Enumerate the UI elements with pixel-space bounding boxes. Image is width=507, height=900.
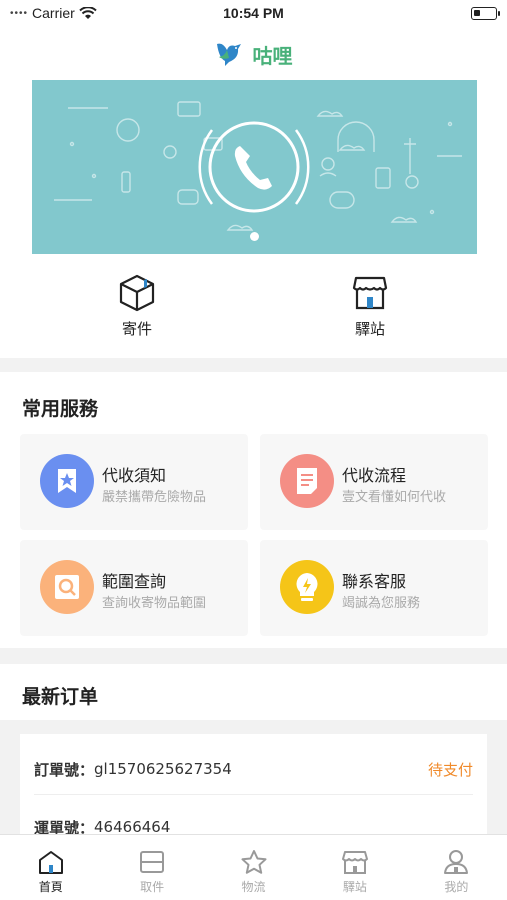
service-name: 代收須知 [102, 466, 167, 485]
store-icon [352, 276, 388, 310]
orders-section: 最新订单 訂單號： gl1570625627354 待支付 運單號： 46466… [0, 664, 507, 854]
banner-illustration [54, 101, 462, 231]
lightbulb-icon [280, 560, 334, 614]
bottom-tab-bar: 首頁 取件 物流 驛站 我的 [0, 834, 507, 900]
status-time: 10:54 PM [223, 5, 284, 21]
app-title: 咕哩 [252, 43, 293, 68]
tab-label: 首頁 [38, 880, 63, 894]
quick-action-label: 驛站 [354, 320, 385, 338]
orders-list: 訂單號： gl1570625627354 待支付 運單號： 46466464 [0, 720, 507, 854]
section-title: 常用服務 [22, 398, 99, 420]
service-card-process[interactable]: 代收流程 壹文看懂如何代收 [260, 434, 488, 530]
quick-action-station[interactable]: 驛站 [310, 272, 430, 339]
service-card-notice[interactable]: 代收須知 嚴禁攜帶危險物品 [20, 434, 248, 530]
quick-action-send[interactable]: 寄件 [77, 272, 197, 339]
quick-action-label: 寄件 [121, 320, 152, 338]
battery-icon [471, 7, 500, 20]
status-bar: •••• Carrier 10:54 PM [0, 0, 507, 28]
service-desc: 嚴禁攜帶危險物品 [102, 490, 207, 505]
home-icon [38, 851, 63, 874]
order-number-value: gl1570625627354 [94, 760, 232, 778]
tab-home[interactable]: 首頁 [0, 835, 101, 900]
pickup-icon [140, 851, 165, 873]
package-box-icon [119, 274, 155, 312]
tab-label: 取件 [140, 880, 165, 894]
tab-logistics[interactable]: 物流 [203, 835, 304, 900]
section-title: 最新订单 [22, 686, 99, 708]
order-status-badge[interactable]: 待支付 [428, 759, 473, 780]
tab-label: 我的 [444, 880, 469, 894]
document-icon [280, 454, 334, 508]
services-section: 常用服務 代收須知 嚴禁攜帶危險物品 代收流程 壹文看懂如何代收 範圍查詢 查詢… [0, 372, 507, 648]
user-icon [444, 850, 469, 874]
tab-label: 驛站 [342, 880, 367, 894]
order-number-label: 訂單號： [34, 760, 95, 779]
service-desc: 壹文看懂如何代收 [342, 490, 447, 505]
tab-profile[interactable]: 我的 [406, 835, 507, 900]
top-section: 寄件 驛站 [0, 80, 507, 358]
order-divider [34, 794, 473, 795]
tab-pickup[interactable]: 取件 [101, 835, 202, 900]
app-header: 咕哩 [0, 28, 507, 80]
star-icon [241, 850, 267, 874]
service-desc: 竭誠為您服務 [342, 596, 421, 611]
order-number-row: 訂單號： gl1570625627354 待支付 [34, 744, 473, 794]
service-card-range[interactable]: 範圍查詢 查詢收寄物品範圍 [20, 540, 248, 636]
search-icon [40, 560, 94, 614]
service-desc: 查詢收寄物品範圍 [102, 596, 207, 611]
tab-station[interactable]: 驛站 [304, 835, 405, 900]
bird-logo-icon [216, 43, 241, 66]
tab-label: 物流 [241, 880, 266, 894]
service-name: 代收流程 [342, 466, 407, 485]
service-card-support[interactable]: 聯系客服 竭誠為您服務 [260, 540, 488, 636]
bookmark-star-icon [40, 454, 94, 508]
promo-banner[interactable] [32, 80, 477, 254]
service-name: 範圍查詢 [102, 572, 167, 591]
carousel-indicator[interactable] [250, 232, 259, 241]
store-icon [341, 851, 368, 874]
service-name: 聯系客服 [342, 572, 407, 591]
